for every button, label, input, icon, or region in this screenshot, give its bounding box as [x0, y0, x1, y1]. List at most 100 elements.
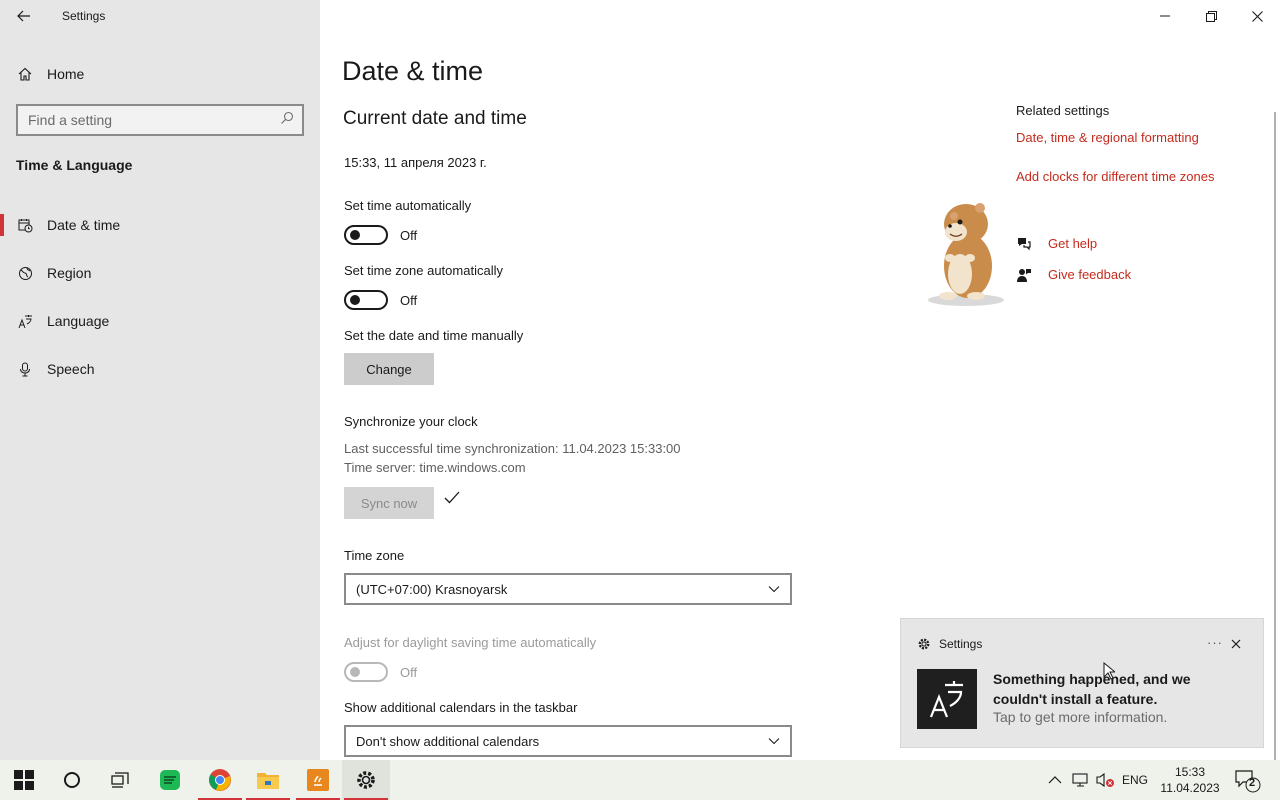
toast-title: Something happened, and we couldn't inst… [993, 671, 1191, 707]
folder-icon [257, 773, 279, 789]
sidebar-item-region[interactable]: Region [0, 255, 320, 303]
get-help-icon [1018, 238, 1031, 251]
show-hidden-icons-button[interactable] [1048, 760, 1062, 800]
calendars-label: Show additional calendars in the taskbar [344, 700, 578, 715]
daylight-state: Off [400, 665, 418, 680]
home-icon [17, 67, 33, 81]
calendar-clock-icon [17, 207, 33, 243]
toast-subtitle: Tap to get more information. [993, 709, 1168, 725]
time-zone-label: Time zone [344, 548, 405, 563]
gear-icon [357, 771, 375, 789]
java-app-icon [307, 769, 329, 791]
chrome-icon [209, 769, 231, 791]
sidebar-item-label: Region [47, 265, 92, 281]
taskbar-app-green[interactable] [146, 760, 194, 800]
sidebar-item-home[interactable]: Home [0, 56, 320, 92]
search-circle-icon [64, 772, 80, 788]
give-feedback-link[interactable]: Give feedback [1048, 267, 1131, 282]
manual-label: Set the date and time manually [344, 328, 524, 343]
sidebar-item-label: Speech [47, 361, 95, 377]
chevron-down-icon [768, 738, 780, 745]
task-view-icon [111, 772, 129, 788]
task-view-button[interactable] [96, 760, 144, 800]
hamster-image [928, 203, 1004, 306]
checkmark-icon [444, 491, 460, 504]
taskbar-clock[interactable]: 15:33 11.04.2023 [1152, 764, 1228, 796]
chevron-up-icon [1048, 776, 1062, 784]
time-zone-dropdown[interactable]: (UTC+07:00) Krasnoyarsk [344, 573, 792, 605]
sync-title: Synchronize your clock [344, 414, 478, 429]
sidebar-item-label: Language [47, 313, 110, 329]
scrollbar[interactable] [1274, 112, 1276, 760]
set-time-auto-label: Set time automatically [344, 198, 472, 213]
cortana-button[interactable] [48, 760, 96, 800]
set-zone-auto-toggle[interactable] [344, 290, 388, 310]
restore-button[interactable] [1188, 0, 1234, 32]
toggle-knob [350, 230, 360, 240]
change-button[interactable]: Change [344, 353, 434, 385]
back-button[interactable] [0, 0, 48, 32]
action-center-button[interactable]: 2 [1234, 768, 1262, 794]
toast-app-name: Settings [939, 637, 983, 651]
microphone-icon [17, 351, 33, 387]
sidebar-item-speech[interactable]: Speech [0, 351, 320, 399]
app-title: Settings [62, 9, 106, 23]
taskbar: ENG 15:33 11.04.2023 2 [0, 760, 1280, 800]
related-settings-title: Related settings [1016, 103, 1110, 118]
start-button[interactable] [0, 760, 48, 800]
taskbar-app-orange[interactable] [294, 760, 342, 800]
mouse-cursor-icon [1103, 662, 1115, 680]
taskbar-settings[interactable] [342, 760, 390, 800]
taskbar-chrome[interactable] [196, 760, 244, 800]
taskbar-file-explorer[interactable] [244, 760, 292, 800]
sync-now-button[interactable]: Sync now [344, 487, 434, 519]
set-time-auto-toggle[interactable] [344, 225, 388, 245]
minimize-icon [1160, 15, 1170, 17]
volume-muted-icon [1096, 772, 1114, 788]
network-tray[interactable] [1072, 760, 1090, 800]
more-options-button[interactable]: ··· [1207, 635, 1223, 650]
daylight-label: Adjust for daylight saving time automati… [344, 635, 597, 650]
sidebar-nav: Date & time Region Language Speech [0, 207, 320, 399]
minimize-button[interactable] [1142, 0, 1188, 32]
network-icon [1072, 773, 1088, 787]
search-input[interactable] [28, 112, 280, 128]
clock-date: 11.04.2023 [1160, 781, 1220, 795]
gear-icon [918, 638, 930, 650]
sidebar-item-label: Date & time [47, 217, 121, 233]
time-server-text: Time server: time.windows.com [344, 460, 526, 475]
language-indicator[interactable]: ENG [1122, 760, 1148, 800]
volume-tray[interactable] [1096, 760, 1116, 800]
home-label: Home [47, 66, 85, 82]
search-icon[interactable] [280, 111, 294, 130]
sidebar-item-language[interactable]: Language [0, 303, 320, 351]
calendars-dropdown[interactable]: Don't show additional calendars [344, 725, 792, 757]
close-icon[interactable] [1229, 637, 1243, 651]
window-controls [1142, 0, 1280, 32]
search-box[interactable] [16, 104, 304, 136]
title-bar-left: Settings [0, 0, 320, 32]
restore-icon [1205, 10, 1217, 22]
daylight-toggle[interactable] [344, 662, 388, 682]
last-sync-text: Last successful time synchronization: 11… [344, 441, 681, 456]
toggle-knob [350, 667, 360, 677]
time-zone-value: (UTC+07:00) Krasnoyarsk [356, 581, 508, 597]
notification-count: 2 [1249, 777, 1256, 789]
notification-icon [1235, 770, 1261, 793]
toast-notification[interactable]: Settings ··· Something happened, and we … [900, 618, 1264, 748]
current-datetime: 15:33, 11 апреля 2023 г. [344, 155, 487, 170]
page-title: Date & time [342, 56, 484, 86]
section-title: Time & Language [16, 157, 133, 173]
get-help-link[interactable]: Get help [1048, 236, 1097, 251]
close-icon [1251, 10, 1263, 22]
language-icon [17, 303, 33, 339]
add-clocks-link[interactable]: Add clocks for different time zones [1016, 169, 1214, 184]
set-time-auto-state: Off [400, 228, 418, 243]
sidebar: Settings Home Time & Language Date & tim… [0, 0, 320, 760]
regional-formatting-link[interactable]: Date, time & regional formatting [1016, 130, 1199, 145]
sidebar-item-date-time[interactable]: Date & time [0, 207, 320, 255]
toggle-knob [350, 295, 360, 305]
close-button[interactable] [1234, 0, 1280, 32]
language-icon [917, 669, 977, 729]
set-zone-auto-state: Off [400, 293, 418, 308]
